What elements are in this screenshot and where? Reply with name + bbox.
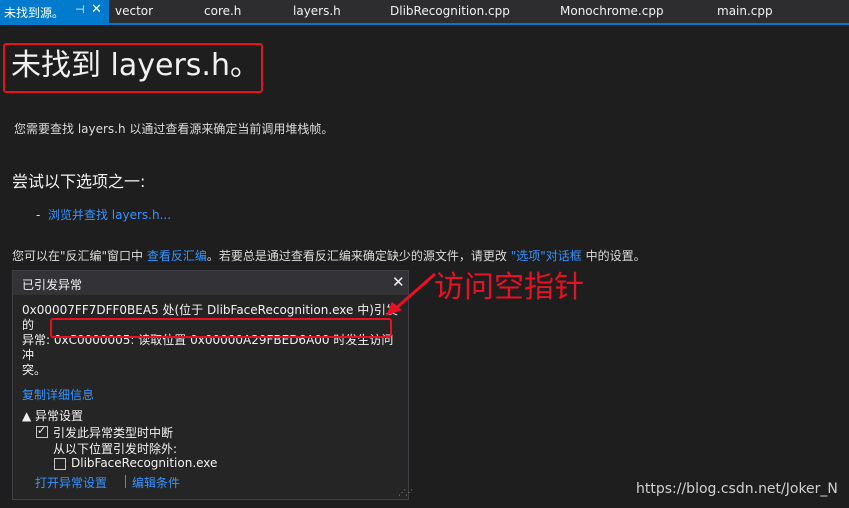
exception-title: 已引发异常 <box>22 278 83 292</box>
exception-helper: 已引发异常 ✕ 0x00007FF7DFF0BEA5 处(位于 DlibFace… <box>12 270 413 500</box>
tab-layers-h[interactable]: layers.h <box>293 4 341 18</box>
exception-message-line3: 突。 <box>22 363 47 377</box>
info-suffix: 中的设置。 <box>581 249 646 263</box>
watermark: https://blog.csdn.net/Joker_N <box>636 481 838 497</box>
page-subtitle: 您需要查找 layers.h 以通过查看源来确定当前调用堆栈帧。 <box>14 122 334 136</box>
tab-label: 未找到源。 <box>4 6 65 20</box>
exception-settings-toggle[interactable]: ▲ 异常设置 <box>22 407 83 424</box>
pin-icon[interactable]: ⊣ <box>75 3 85 16</box>
module-label: DlibFaceRecognition.exe <box>71 456 218 470</box>
resize-grip-icon[interactable]: ⋰⋰ <box>398 488 413 497</box>
tab-vector[interactable]: vector <box>115 4 153 18</box>
document-tab-bar: 未找到源。 ⊣ ✕ vector core.h layers.h DlibRec… <box>0 0 849 23</box>
module-checkbox[interactable] <box>54 458 66 470</box>
break-on-type-label: 引发此异常类型时中断 <box>53 426 174 440</box>
close-tab-icon[interactable]: ✕ <box>91 2 102 17</box>
annotation-text: 访问空指针 <box>434 270 584 305</box>
view-disassembly-link[interactable]: 查看反汇编 <box>147 249 207 263</box>
options-heading: 尝试以下选项之一: <box>12 172 146 191</box>
browse-link[interactable]: 浏览并查找 layers.h... <box>48 208 171 222</box>
tab-main-cpp[interactable]: main.cpp <box>717 4 773 18</box>
annotation-arrow-icon <box>386 272 436 316</box>
error-highlight-box <box>50 318 392 338</box>
info-middle: 。若要总是通过查看反汇编来确定缺少的源文件，请更改 <box>206 249 511 263</box>
except-from-label: 从以下位置引发时除外: <box>53 442 178 456</box>
option-item: - 浏览并查找 layers.h... <box>36 206 171 223</box>
link-separator <box>125 475 126 488</box>
tab-monochrome-cpp[interactable]: Monochrome.cpp <box>560 4 664 18</box>
tab-source-not-found[interactable]: 未找到源。 ⊣ ✕ <box>0 0 109 23</box>
tab-core-h[interactable]: core.h <box>204 4 241 18</box>
exception-header: 已引发异常 ✕ <box>13 271 408 295</box>
exception-message: 0x00007FF7DFF0BEA5 处(位于 DlibFaceRecognit… <box>22 303 402 378</box>
tab-dlibrecognition-cpp[interactable]: DlibRecognition.cpp <box>390 4 510 18</box>
tab-underline <box>0 23 849 25</box>
info-prefix: 您可以在"反汇编"窗口中 <box>12 249 147 263</box>
break-on-type-checkbox[interactable] <box>36 424 48 438</box>
open-exception-settings-link[interactable]: 打开异常设置 <box>35 474 107 491</box>
options-dialog-link[interactable]: "选项"对话框 <box>511 249 582 263</box>
option-dash: - <box>36 208 41 222</box>
title-highlight-box <box>3 43 263 93</box>
edit-conditions-link[interactable]: 编辑条件 <box>132 474 180 491</box>
copy-details-link[interactable]: 复制详细信息 <box>22 386 94 403</box>
